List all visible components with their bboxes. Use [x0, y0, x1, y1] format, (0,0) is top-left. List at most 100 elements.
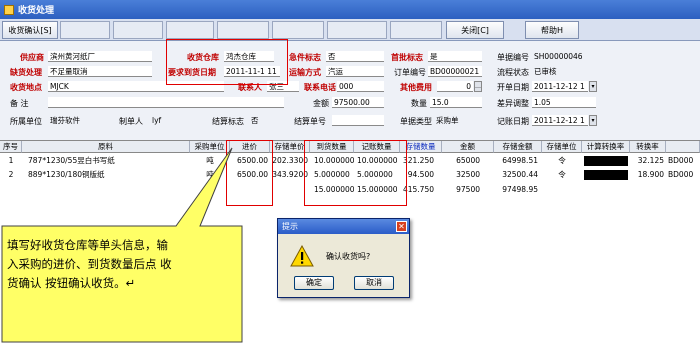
- required-date-field[interactable]: 2011-11-1 11: [224, 66, 280, 77]
- window-title-bar: 收货处理: [0, 0, 700, 19]
- open-date-field[interactable]: 2011-12-12 1: [532, 81, 588, 92]
- row-material: 889*1230/180铜版纸: [28, 170, 105, 179]
- toolbar-slot: [60, 21, 110, 39]
- row-store-qty: 94.500: [407, 170, 434, 179]
- row-price: 6500.00: [236, 170, 268, 179]
- callout-text: 填写好收货仓库等单头信息，输 入采购的进价、到货数量后点 收 货确认 按钮确认收…: [7, 236, 239, 293]
- col-header-store-amount[interactable]: 存储金额: [494, 141, 542, 153]
- other-fee-spin-icon[interactable]: …: [474, 81, 482, 92]
- col-header-store-price[interactable]: 存储单价: [270, 141, 310, 153]
- required-date-label: 要求到货日期: [168, 68, 216, 77]
- owner-unit-value: 瑞芬软件: [50, 116, 80, 125]
- settle-flag-value: 否: [251, 116, 259, 125]
- supplier-field[interactable]: 滨州黄河纸厂: [48, 51, 152, 62]
- row-unit: 吨: [206, 156, 214, 165]
- settle-no-label: 结算单号: [294, 117, 326, 126]
- quantity-label: 数量: [411, 99, 427, 108]
- order-no-field[interactable]: BD00000021: [428, 66, 482, 77]
- total-store-qty: 415.750: [402, 185, 434, 194]
- row-book-qty: 5.000000: [357, 170, 393, 179]
- order-no-label: 订单编号: [394, 68, 426, 77]
- row-extra: BD000: [668, 156, 694, 165]
- other-fee-label: 其他费用: [400, 83, 432, 92]
- row-store-unit: 令: [558, 156, 566, 165]
- remark-label: 备 注: [10, 99, 29, 108]
- row-no: 1: [8, 156, 14, 165]
- ok-button[interactable]: 确定: [294, 276, 334, 290]
- diff-adjust-field[interactable]: 1.05: [532, 97, 596, 108]
- col-header-no[interactable]: 序号: [0, 141, 22, 153]
- toolbar-slot: [166, 21, 214, 39]
- callout-line: 货确认 按钮确认收货。↵: [7, 276, 136, 290]
- callout-line: 入采购的进价、到货数量后点 收: [7, 257, 172, 271]
- row-unit: 吨: [206, 170, 214, 179]
- redacted-cell: [584, 156, 628, 166]
- amount-field: 97500.00: [332, 97, 384, 108]
- ship-method-field[interactable]: 汽运: [326, 66, 384, 77]
- total-store-amount: 97498.95: [502, 185, 538, 194]
- contact-field[interactable]: 张三: [267, 81, 299, 92]
- col-header-store-unit[interactable]: 存储单位: [542, 141, 582, 153]
- row-store-amount: 32500.44: [502, 170, 538, 179]
- col-header-store-qty[interactable]: 存储数量: [400, 141, 442, 153]
- col-header-extra: [666, 141, 700, 153]
- open-date-label: 开单日期: [497, 83, 529, 92]
- first-batch-label: 首批标志: [391, 53, 423, 62]
- dialog-title: 提示: [282, 222, 298, 231]
- col-header-arrive-qty[interactable]: 到货数量: [310, 141, 354, 153]
- warehouse-label: 收货仓库: [187, 53, 219, 62]
- confirm-receipt-button[interactable]: 收货确认[S]: [2, 21, 58, 39]
- doc-type-value: 采购单: [436, 116, 459, 125]
- warehouse-field[interactable]: 鸿杰仓库: [224, 51, 274, 62]
- flow-status-value: 已审核: [534, 67, 557, 76]
- posting-date-dropdown-icon[interactable]: ▾: [589, 115, 597, 126]
- row-price: 6500.00: [236, 156, 268, 165]
- close-icon[interactable]: ✕: [396, 221, 407, 232]
- shortage-field[interactable]: 不足量取消: [48, 66, 152, 77]
- row-arrive-qty: 10.000000: [314, 156, 354, 165]
- col-header-rate[interactable]: 转换率: [630, 141, 666, 153]
- row-rate: 32.125: [637, 156, 664, 165]
- col-header-unit[interactable]: 采购单位: [190, 141, 230, 153]
- col-header-calc-rate[interactable]: 计算转换率: [582, 141, 630, 153]
- other-fee-field[interactable]: 0: [437, 81, 473, 92]
- row-store-unit: 令: [558, 170, 566, 179]
- receipt-header-form: 供应商 滨州黄河纸厂 收货仓库 鸿杰仓库 急件标志 否 首批标志 是 单据编号 …: [0, 41, 700, 140]
- diff-adjust-label: 差异调整: [497, 99, 529, 108]
- row-arrive-qty: 5.000000: [314, 170, 350, 179]
- toolbar-slot: [327, 21, 387, 39]
- close-button[interactable]: 关闭[C]: [446, 21, 504, 39]
- urgent-field[interactable]: 否: [326, 51, 384, 62]
- ship-method-label: 运输方式: [289, 68, 321, 77]
- total-amount: 97500: [456, 185, 480, 194]
- help-button[interactable]: 帮助H: [525, 21, 579, 39]
- row-amount: 65000: [456, 156, 480, 165]
- total-arrive-qty: 15.000000: [314, 185, 354, 194]
- supplier-label: 供应商: [20, 53, 44, 62]
- location-field[interactable]: MJCK: [48, 81, 224, 92]
- col-header-price[interactable]: 进价: [230, 141, 270, 153]
- settle-no-field[interactable]: [332, 115, 384, 126]
- row-no: 2: [8, 170, 14, 179]
- quantity-field: 15.0: [430, 97, 482, 108]
- urgent-label: 急件标志: [289, 53, 321, 62]
- phone-field[interactable]: 000: [337, 81, 384, 92]
- toolbar-slot: [272, 21, 324, 39]
- phone-label: 联系电话: [304, 83, 336, 92]
- remark-field[interactable]: [48, 97, 284, 108]
- open-date-dropdown-icon[interactable]: ▾: [589, 81, 597, 92]
- dialog-title-bar: 提示 ✕: [278, 219, 409, 234]
- row-store-qty: 321.250: [402, 156, 434, 165]
- first-batch-field[interactable]: 是: [428, 51, 482, 62]
- posting-date-field[interactable]: 2011-12-12 1: [532, 115, 588, 126]
- location-label: 收货地点: [10, 83, 42, 92]
- col-header-material[interactable]: 原料: [22, 141, 190, 153]
- app-icon: [4, 4, 14, 15]
- row-store-price: 202.3300: [272, 156, 308, 165]
- col-header-book-qty[interactable]: 记账数量: [354, 141, 400, 153]
- toolbar: 收货确认[S] 关闭[C] 帮助H: [0, 19, 700, 41]
- cancel-button[interactable]: 取消: [354, 276, 394, 290]
- col-header-amount[interactable]: 金额: [442, 141, 494, 153]
- total-book-qty: 15.000000: [357, 185, 398, 194]
- window-title: 收货处理: [18, 6, 55, 16]
